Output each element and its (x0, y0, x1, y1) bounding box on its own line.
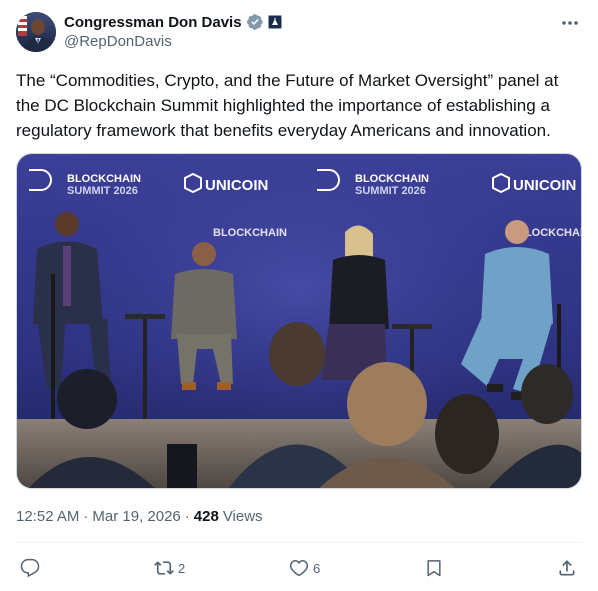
backdrop-logo-text: BLOCKCHAIN (355, 173, 429, 185)
us-government-badge-icon (267, 15, 282, 29)
share-button[interactable] (557, 555, 577, 581)
author-handle[interactable]: @RepDonDavis (64, 32, 282, 52)
backdrop-logo-text: SUMMIT 2026 (355, 185, 426, 197)
views-count[interactable]: 428 (194, 508, 219, 525)
meta-separator: · (83, 507, 89, 525)
author-name-row: Congressman Don Davis (64, 12, 282, 32)
post-image[interactable]: BLOCKCHAIN SUMMIT 2026 UNICOIN BLOCKCHAI… (16, 153, 582, 489)
bookmark-button[interactable] (424, 555, 444, 581)
backdrop-logo-text: BLOCKCHAIN (213, 227, 287, 239)
action-bar: 2 6 (16, 555, 582, 581)
repost-count: 2 (178, 560, 186, 576)
backdrop-logo-text: SUMMIT 2026 (67, 185, 138, 197)
reply-button[interactable] (20, 555, 40, 581)
like-icon (289, 559, 309, 577)
backdrop-logo-text: BLOCKCHAIN (67, 173, 141, 185)
bookmark-icon (427, 560, 441, 577)
more-horizontal-icon (562, 21, 578, 25)
post-text: The “Commodities, Crypto, and the Future… (16, 71, 559, 140)
author-avatar[interactable] (16, 12, 56, 52)
author-display-name[interactable]: Congressman Don Davis (64, 14, 242, 31)
repost-icon (154, 561, 174, 575)
verified-badge-icon (246, 14, 263, 30)
post-time[interactable]: 12:52 AM (16, 508, 79, 525)
repost-button[interactable]: 2 (154, 555, 185, 581)
more-options-button[interactable] (558, 14, 582, 32)
backdrop-logo-text: UNICOIN (205, 177, 268, 194)
post-date[interactable]: Mar 19, 2026 (92, 508, 180, 525)
meta-separator: · (184, 507, 190, 525)
views-label: Views (222, 507, 263, 525)
post-meta: 12:52 AM · Mar 19, 2026 · 428 Views (16, 506, 263, 526)
panel-photo: BLOCKCHAIN SUMMIT 2026 UNICOIN BLOCKCHAI… (17, 154, 581, 488)
like-button[interactable]: 6 (289, 555, 320, 581)
reply-icon (20, 558, 40, 578)
backdrop-logo-text: UNICOIN (513, 177, 576, 194)
share-icon (559, 560, 575, 576)
divider (16, 542, 582, 543)
author-block: Congressman Don Davis @RepDonDavis (64, 12, 282, 52)
tweet-card: Congressman Don Davis @RepDonDavis The “… (0, 0, 598, 591)
like-count: 6 (313, 560, 321, 576)
